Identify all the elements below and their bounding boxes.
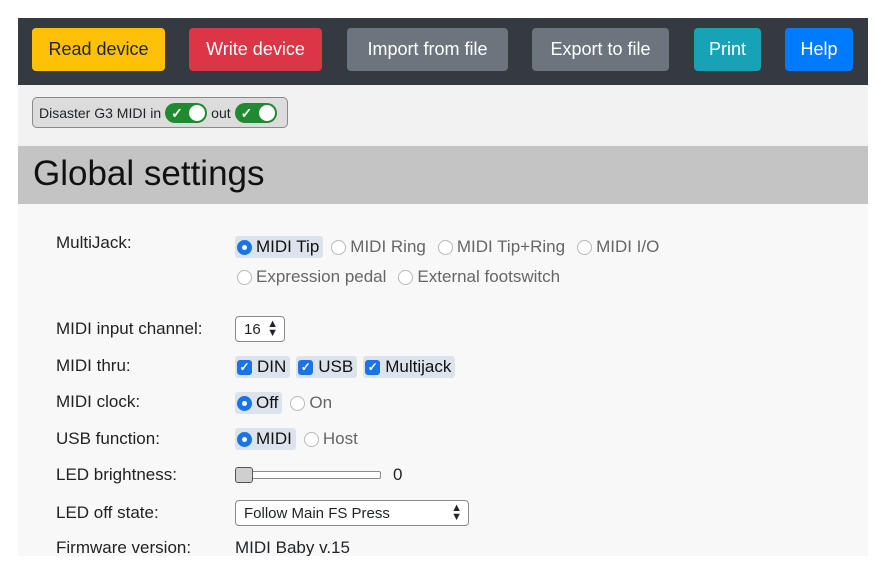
updown-icon: ▲ ▼ [451, 502, 462, 523]
option-label: MIDI Ring [350, 237, 426, 256]
midi-in-toggle[interactable]: ✓ [165, 102, 208, 123]
midi-thru-usb-checkbox[interactable]: ✓ USB [296, 356, 358, 378]
multijack-label: MultiJack: [56, 233, 132, 252]
midi-thru-label: MIDI thru: [56, 356, 131, 375]
option-label: DIN [257, 357, 287, 376]
midi-clock-option-on[interactable]: On [288, 392, 336, 414]
app-frame: Read device Write device Import from fil… [18, 18, 868, 556]
checkbox-checked-icon: ✓ [365, 359, 381, 375]
radio-icon [290, 395, 306, 411]
radio-icon [437, 239, 453, 255]
led-off-state-label: LED off state: [56, 503, 159, 522]
read-device-button[interactable]: Read device [32, 28, 165, 71]
check-icon: ✓ [240, 104, 253, 121]
radio-selected-icon [237, 239, 252, 255]
usb-function-label: USB function: [56, 429, 160, 448]
midi-input-channel-label: MIDI input channel: [56, 319, 203, 338]
slider-thumb[interactable] [235, 467, 253, 483]
midi-out-label: out [211, 104, 231, 121]
toggle-knob [258, 104, 275, 121]
option-label: Off [256, 393, 279, 412]
print-button[interactable]: Print [694, 28, 761, 71]
multijack-option-expression-pedal[interactable]: Expression pedal [235, 266, 390, 288]
multijack-options-row1: MIDI Tip MIDI Ring MIDI Tip+Ring MIDI I/… [235, 236, 669, 258]
usb-function-option-host[interactable]: Host [302, 428, 362, 450]
multijack-option-midi-io[interactable]: MIDI I/O [575, 236, 663, 258]
option-label: Expression pedal [256, 267, 387, 286]
midi-clock-label: MIDI clock: [56, 392, 141, 411]
multijack-option-midi-tip-ring[interactable]: MIDI Tip+Ring [436, 236, 569, 258]
option-label: USB [318, 357, 354, 376]
radio-icon [577, 239, 593, 255]
multijack-option-midi-tip[interactable]: MIDI Tip [235, 236, 324, 258]
midi-input-channel-select[interactable]: 16 ▲ ▼ [235, 316, 285, 342]
firmware-version-label: Firmware version: [56, 538, 192, 556]
radio-icon [398, 269, 414, 285]
option-label: Host [322, 429, 358, 448]
midi-thru-multijack-checkbox[interactable]: ✓ Multijack [363, 356, 456, 378]
led-brightness-slider[interactable] [235, 467, 381, 483]
radio-icon [303, 431, 319, 447]
checkbox-checked-icon: ✓ [298, 359, 314, 375]
midi-thru-din-checkbox[interactable]: ✓ DIN [235, 356, 291, 378]
settings-panel: MultiJack: MIDI Tip MIDI Ring MIDI Tip+R… [18, 204, 868, 556]
midi-input-channel-row: 16 ▲ ▼ [235, 316, 285, 342]
section-header: Global settings [18, 146, 868, 204]
option-label: MIDI I/O [596, 237, 660, 256]
midi-out-toggle[interactable]: ✓ [234, 102, 277, 123]
option-label: Multijack [385, 357, 452, 376]
select-value: 16 [244, 320, 261, 338]
usb-function-row: MIDI Host [235, 428, 368, 450]
midi-clock-row: Off On [235, 392, 342, 414]
multijack-options-row2: Expression pedal External footswitch [235, 266, 570, 288]
firmware-version-row: MIDI Baby v.15 [235, 538, 350, 556]
export-to-file-button[interactable]: Export to file [532, 28, 669, 71]
device-name: Disaster G3 MIDI [39, 104, 147, 121]
radio-icon [237, 269, 252, 285]
firmware-version-value: MIDI Baby v.15 [235, 538, 350, 556]
updown-icon: ▲ ▼ [267, 318, 278, 339]
radio-selected-icon [237, 431, 252, 447]
select-value: Follow Main FS Press [244, 504, 390, 522]
toolbar: Read device Write device Import from fil… [18, 18, 868, 85]
usb-function-option-midi[interactable]: MIDI [235, 428, 296, 450]
multijack-option-external-footswitch[interactable]: External footswitch [396, 266, 564, 288]
write-device-button[interactable]: Write device [189, 28, 322, 71]
led-brightness-label: LED brightness: [56, 465, 177, 484]
check-icon: ✓ [171, 104, 183, 121]
multijack-option-midi-ring[interactable]: MIDI Ring [329, 236, 430, 258]
device-bar: Disaster G3 MIDI in ✓ out ✓ [18, 85, 868, 143]
radio-selected-icon [237, 395, 252, 411]
toggle-knob [189, 104, 206, 121]
midi-in-label: in [150, 104, 162, 121]
option-label: External footswitch [417, 267, 561, 286]
device-pill: Disaster G3 MIDI in ✓ out ✓ [32, 97, 288, 128]
option-label: On [309, 393, 333, 412]
option-label: MIDI [256, 429, 292, 448]
led-off-state-select[interactable]: Follow Main FS Press ▲ ▼ [235, 500, 469, 526]
led-brightness-row: 0 [235, 465, 402, 485]
radio-icon [331, 239, 347, 255]
slider-track [235, 471, 381, 479]
help-button[interactable]: Help [785, 28, 853, 71]
checkbox-checked-icon: ✓ [237, 359, 252, 375]
midi-clock-option-off[interactable]: Off [235, 392, 283, 414]
led-off-state-row: Follow Main FS Press ▲ ▼ [235, 500, 469, 526]
midi-thru-row: ✓ DIN ✓ USB ✓ Multijack [235, 356, 461, 378]
option-label: MIDI Tip+Ring [456, 237, 566, 256]
led-brightness-value: 0 [393, 465, 403, 484]
import-from-file-button[interactable]: Import from file [347, 28, 508, 71]
section-title: Global settings [33, 154, 265, 193]
option-label: MIDI Tip [256, 237, 320, 256]
